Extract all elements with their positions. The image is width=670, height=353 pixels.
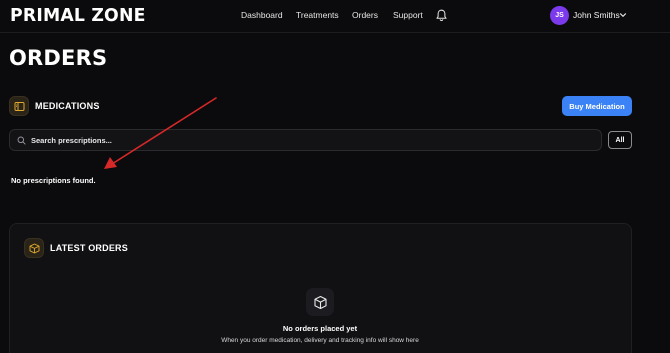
sidebar-panel-icon — [14, 101, 24, 111]
nav-orders[interactable]: Orders — [352, 10, 378, 20]
no-orders-subtitle: When you order medication, delivery and … — [221, 337, 419, 344]
latest-orders-title: LATEST ORDERS — [50, 243, 128, 253]
page-title: ORDERS — [9, 46, 108, 70]
chevron-down-icon[interactable] — [619, 11, 627, 19]
avatar[interactable]: JS — [550, 6, 569, 25]
package-icon — [29, 243, 39, 253]
top-navbar: PRIMAL ZONE Dashboard Treatments Orders … — [0, 0, 670, 33]
medications-title: MEDICATIONS — [35, 101, 100, 111]
no-orders-title: No orders placed yet — [282, 324, 358, 333]
brand-logo[interactable]: PRIMAL ZONE — [10, 5, 146, 26]
nav-support[interactable]: Support — [393, 10, 423, 20]
nav-dashboard[interactable]: Dashboard — [241, 10, 283, 20]
latest-orders-section-icon — [24, 238, 44, 258]
user-name[interactable]: John Smiths — [573, 10, 620, 20]
buy-medication-button[interactable]: Buy Medication — [562, 96, 632, 116]
no-prescriptions-message: No prescriptions found. — [11, 176, 96, 185]
medications-section-icon — [9, 96, 29, 116]
bell-icon[interactable] — [436, 9, 447, 22]
empty-orders-icon — [306, 288, 334, 316]
filter-all-button[interactable]: All — [608, 131, 632, 149]
annotation-arrow — [104, 97, 217, 169]
nav-treatments[interactable]: Treatments — [296, 10, 339, 20]
box-icon — [313, 295, 327, 309]
search-icon — [17, 136, 26, 145]
